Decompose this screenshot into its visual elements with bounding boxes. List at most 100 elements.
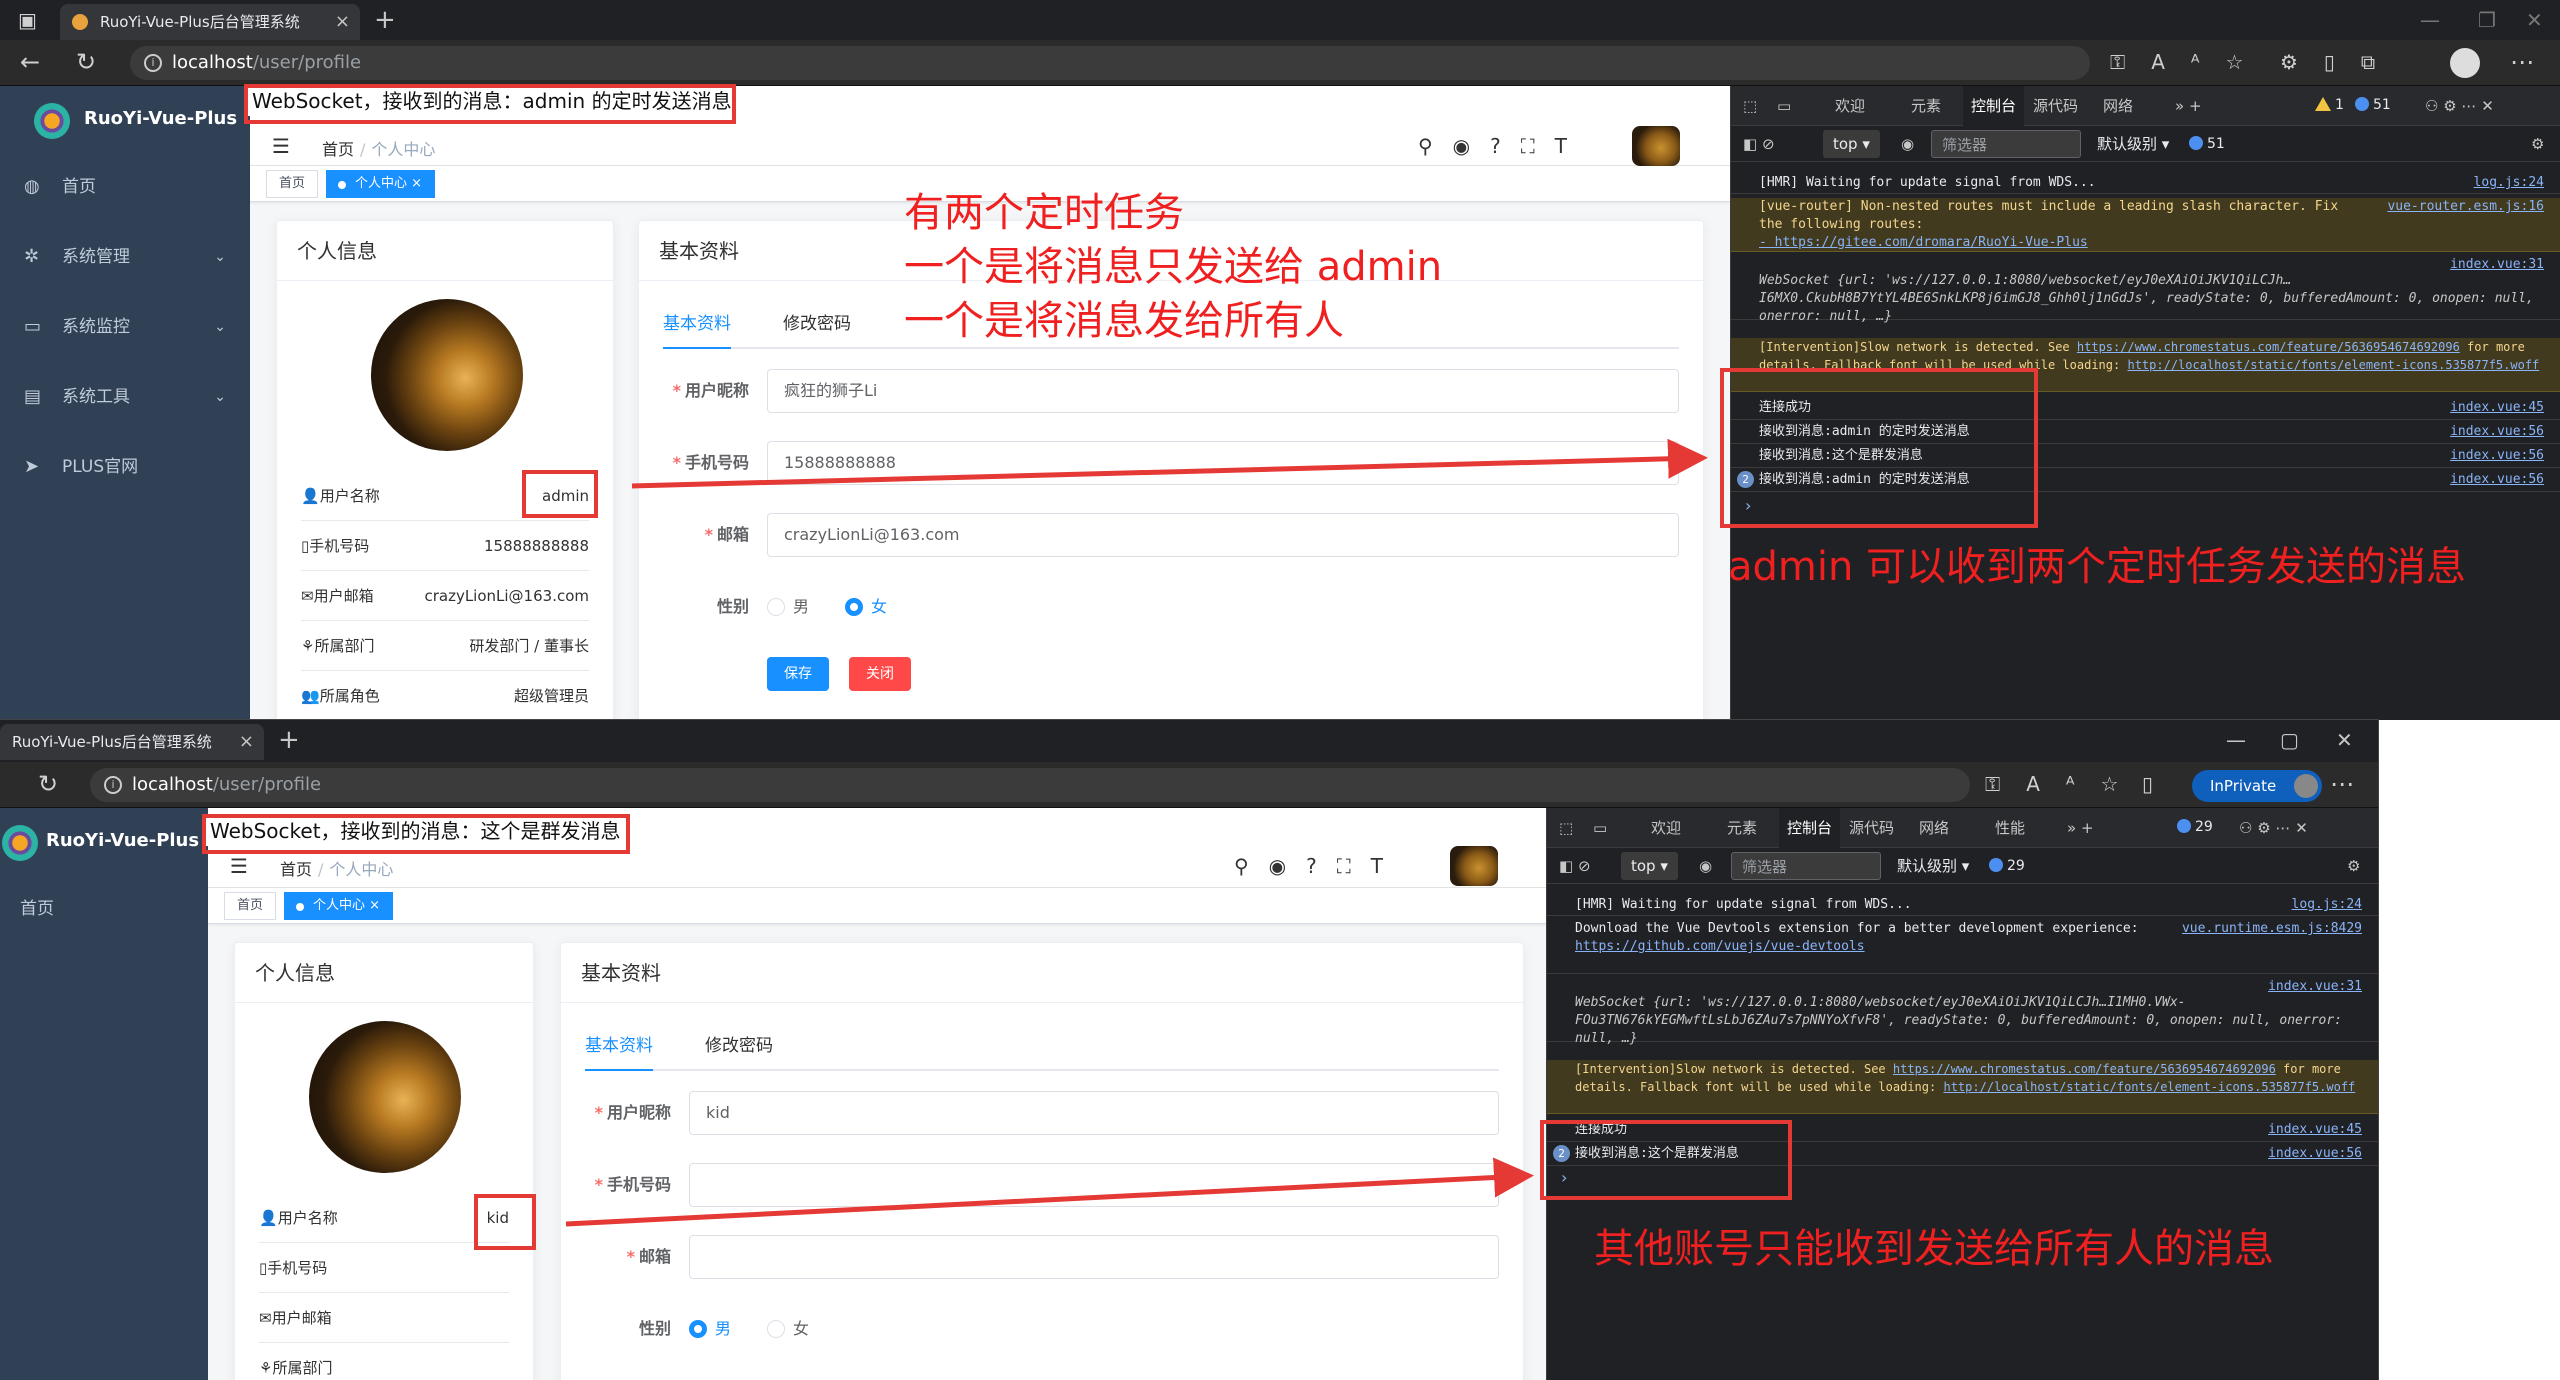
tab-elements[interactable]: 元素 bbox=[1727, 808, 1757, 848]
info-row-phone: ▯手机号码 15888888888 bbox=[301, 521, 589, 571]
close-tab-icon[interactable]: × bbox=[335, 4, 350, 40]
user-avatar[interactable] bbox=[1450, 846, 1498, 886]
inspect-icon[interactable]: ⬚ bbox=[1743, 86, 1757, 126]
sidebar-item-monitor[interactable]: ▭ 系统监控 ⌄ bbox=[0, 292, 250, 362]
radio-male[interactable]: 男 bbox=[767, 597, 809, 617]
tab-network[interactable]: 网络 bbox=[2103, 86, 2133, 126]
maximize-icon[interactable]: ▢ bbox=[2280, 720, 2299, 760]
device-icon[interactable]: ▭ bbox=[1777, 86, 1791, 126]
workspaces-icon[interactable]: ▣ bbox=[18, 6, 37, 34]
sidebar-logo[interactable]: RuoYi-Vue-Plus bbox=[0, 808, 208, 874]
tab-sources[interactable]: 源代码 bbox=[1849, 808, 1894, 848]
log-level-select[interactable]: 默认级别 ▾ bbox=[2097, 126, 2169, 162]
maximize-icon[interactable]: ❐ bbox=[2478, 0, 2496, 40]
sidebar-toggle-icon[interactable]: ◧ ⊘ bbox=[1743, 126, 1775, 162]
email-input[interactable] bbox=[689, 1235, 1499, 1279]
more-menu-icon[interactable]: ⋯ bbox=[2330, 770, 2354, 798]
profile-avatar-image[interactable] bbox=[371, 299, 523, 451]
tab-basic[interactable]: 基本资料 bbox=[585, 1021, 653, 1071]
sidebar-item-home[interactable]: 首页 bbox=[0, 874, 208, 944]
reload-icon[interactable]: ↻ bbox=[38, 770, 58, 798]
tab-network[interactable]: 网络 bbox=[1919, 808, 1949, 848]
tag-profile[interactable]: 个人中心 × bbox=[284, 892, 394, 920]
phone-input[interactable]: 15888888888 bbox=[767, 441, 1679, 485]
log-level-select[interactable]: 默认级别 ▾ bbox=[1897, 848, 1969, 884]
toolbar-icons[interactable]: ⚿Aᴬ☆ bbox=[1985, 770, 2144, 798]
warning-badge[interactable]: 1 bbox=[2315, 94, 2344, 116]
extension-icons[interactable]: ⚙▯⧉ bbox=[2280, 48, 2401, 76]
tab-sources[interactable]: 源代码 bbox=[2033, 86, 2078, 126]
console-settings-icon[interactable]: ⚙ bbox=[2347, 848, 2360, 884]
user-avatar[interactable] bbox=[1632, 126, 1680, 166]
tag-home[interactable]: 首页 bbox=[224, 892, 277, 920]
navbar-tools-icons[interactable]: ⚲◉?⛶T bbox=[1234, 854, 1403, 878]
site-info-icon[interactable]: i bbox=[144, 54, 162, 72]
tag-home[interactable]: 首页 bbox=[266, 170, 319, 198]
split-icon[interactable]: ▯ bbox=[2142, 770, 2179, 798]
navbar-tools-icons[interactable]: ⚲◉?⛶T bbox=[1418, 134, 1587, 158]
sidebar-item-plus[interactable]: ➤ PLUS官网 bbox=[0, 432, 250, 502]
radio-male[interactable]: 男 bbox=[689, 1319, 731, 1339]
close-button[interactable]: 关闭 bbox=[849, 657, 911, 691]
eye-icon[interactable]: ◉ bbox=[1699, 848, 1712, 884]
hamburger-icon[interactable]: ☰ bbox=[230, 854, 248, 878]
radio-female[interactable]: 女 bbox=[845, 597, 887, 617]
close-tab-icon[interactable]: × bbox=[239, 724, 254, 760]
minimize-icon[interactable]: — bbox=[2226, 720, 2246, 760]
inprivate-badge[interactable]: InPrivate bbox=[2192, 770, 2323, 802]
tab-welcome[interactable]: 欢迎 bbox=[1651, 808, 1681, 848]
inspect-icon[interactable]: ⬚ bbox=[1559, 808, 1573, 848]
browser-tab[interactable]: RuoYi-Vue-Plus后台管理系统 × bbox=[0, 724, 264, 760]
sidebar-toggle-icon[interactable]: ◧ ⊘ bbox=[1559, 848, 1591, 884]
profile-avatar[interactable] bbox=[2450, 48, 2480, 78]
phone-input[interactable] bbox=[689, 1163, 1499, 1207]
tag-profile[interactable]: 个人中心 × bbox=[326, 170, 436, 198]
more-tabs-icon[interactable]: » + bbox=[2175, 86, 2202, 126]
new-tab-icon[interactable]: + bbox=[278, 722, 300, 758]
address-bar[interactable]: i localhost/user/profile bbox=[90, 768, 1970, 802]
tab-welcome[interactable]: 欢迎 bbox=[1835, 86, 1865, 126]
minimize-icon[interactable]: — bbox=[2420, 0, 2440, 40]
devtools-settings-icons[interactable]: ⚇ ⚙ ⋯ ✕ bbox=[2425, 86, 2494, 126]
device-icon[interactable]: ▭ bbox=[1593, 808, 1607, 848]
nickname-input[interactable]: kid bbox=[689, 1091, 1499, 1135]
tab-console[interactable]: 控制台 bbox=[1779, 808, 1841, 848]
tab-console[interactable]: 控制台 bbox=[1963, 86, 2025, 126]
reload-icon[interactable]: ↻ bbox=[76, 48, 96, 76]
back-icon[interactable]: ← bbox=[20, 48, 40, 76]
console-filter-input[interactable]: 筛选器 bbox=[1731, 852, 1881, 880]
devtools-settings-icons[interactable]: ⚇ ⚙ ⋯ ✕ bbox=[2239, 808, 2308, 848]
sidebar-item-home[interactable]: ◍ 首页 bbox=[0, 152, 250, 222]
save-button[interactable]: 保存 bbox=[767, 657, 829, 691]
tab-elements[interactable]: 元素 bbox=[1911, 86, 1941, 126]
email-input[interactable]: crazyLionLi@163.com bbox=[767, 513, 1679, 557]
sidebar-item-tools[interactable]: ▤ 系统工具 ⌄ bbox=[0, 362, 250, 432]
context-select[interactable]: top ▾ bbox=[1621, 852, 1678, 880]
nickname-input[interactable]: 疯狂的狮子Li bbox=[767, 369, 1679, 413]
console-filter-input[interactable]: 筛选器 bbox=[1931, 130, 2081, 158]
address-bar[interactable]: i localhost/user/profile bbox=[130, 46, 2090, 80]
tab-basic[interactable]: 基本资料 bbox=[663, 299, 731, 349]
browser-tab[interactable]: RuoYi-Vue-Plus后台管理系统 × bbox=[60, 4, 360, 40]
message-badge[interactable]: 29 bbox=[2177, 816, 2213, 838]
profile-avatar-image[interactable] bbox=[309, 1021, 461, 1173]
console-settings-icon[interactable]: ⚙ bbox=[2531, 126, 2544, 162]
message-badge[interactable]: 51 bbox=[2355, 94, 2391, 116]
site-info-icon[interactable]: i bbox=[104, 776, 122, 794]
eye-icon[interactable]: ◉ bbox=[1901, 126, 1914, 162]
more-tabs-icon[interactable]: » + bbox=[2067, 808, 2094, 848]
hamburger-icon[interactable]: ☰ bbox=[272, 134, 290, 158]
more-menu-icon[interactable]: ⋯ bbox=[2510, 48, 2534, 76]
context-select[interactable]: top ▾ bbox=[1823, 130, 1880, 158]
console-toolbar: ◧ ⊘ top ▾ ◉ 筛选器 默认级别 ▾ 29 ⚙ bbox=[1547, 848, 2378, 884]
radio-female[interactable]: 女 bbox=[767, 1319, 809, 1339]
sidebar-item-system[interactable]: ✲ 系统管理 ⌄ bbox=[0, 222, 250, 292]
close-window-icon[interactable]: ✕ bbox=[2526, 0, 2543, 40]
tab-performance[interactable]: 性能 bbox=[1995, 808, 2025, 848]
close-window-icon[interactable]: ✕ bbox=[2336, 720, 2353, 760]
new-tab-icon[interactable]: + bbox=[374, 2, 396, 38]
tab-password[interactable]: 修改密码 bbox=[783, 299, 851, 349]
toolbar-icons[interactable]: ⚿Aᴬ☆ bbox=[2110, 48, 2269, 76]
tab-password[interactable]: 修改密码 bbox=[705, 1021, 773, 1071]
sidebar-logo[interactable]: RuoYi-Vue-Plus bbox=[0, 86, 250, 152]
